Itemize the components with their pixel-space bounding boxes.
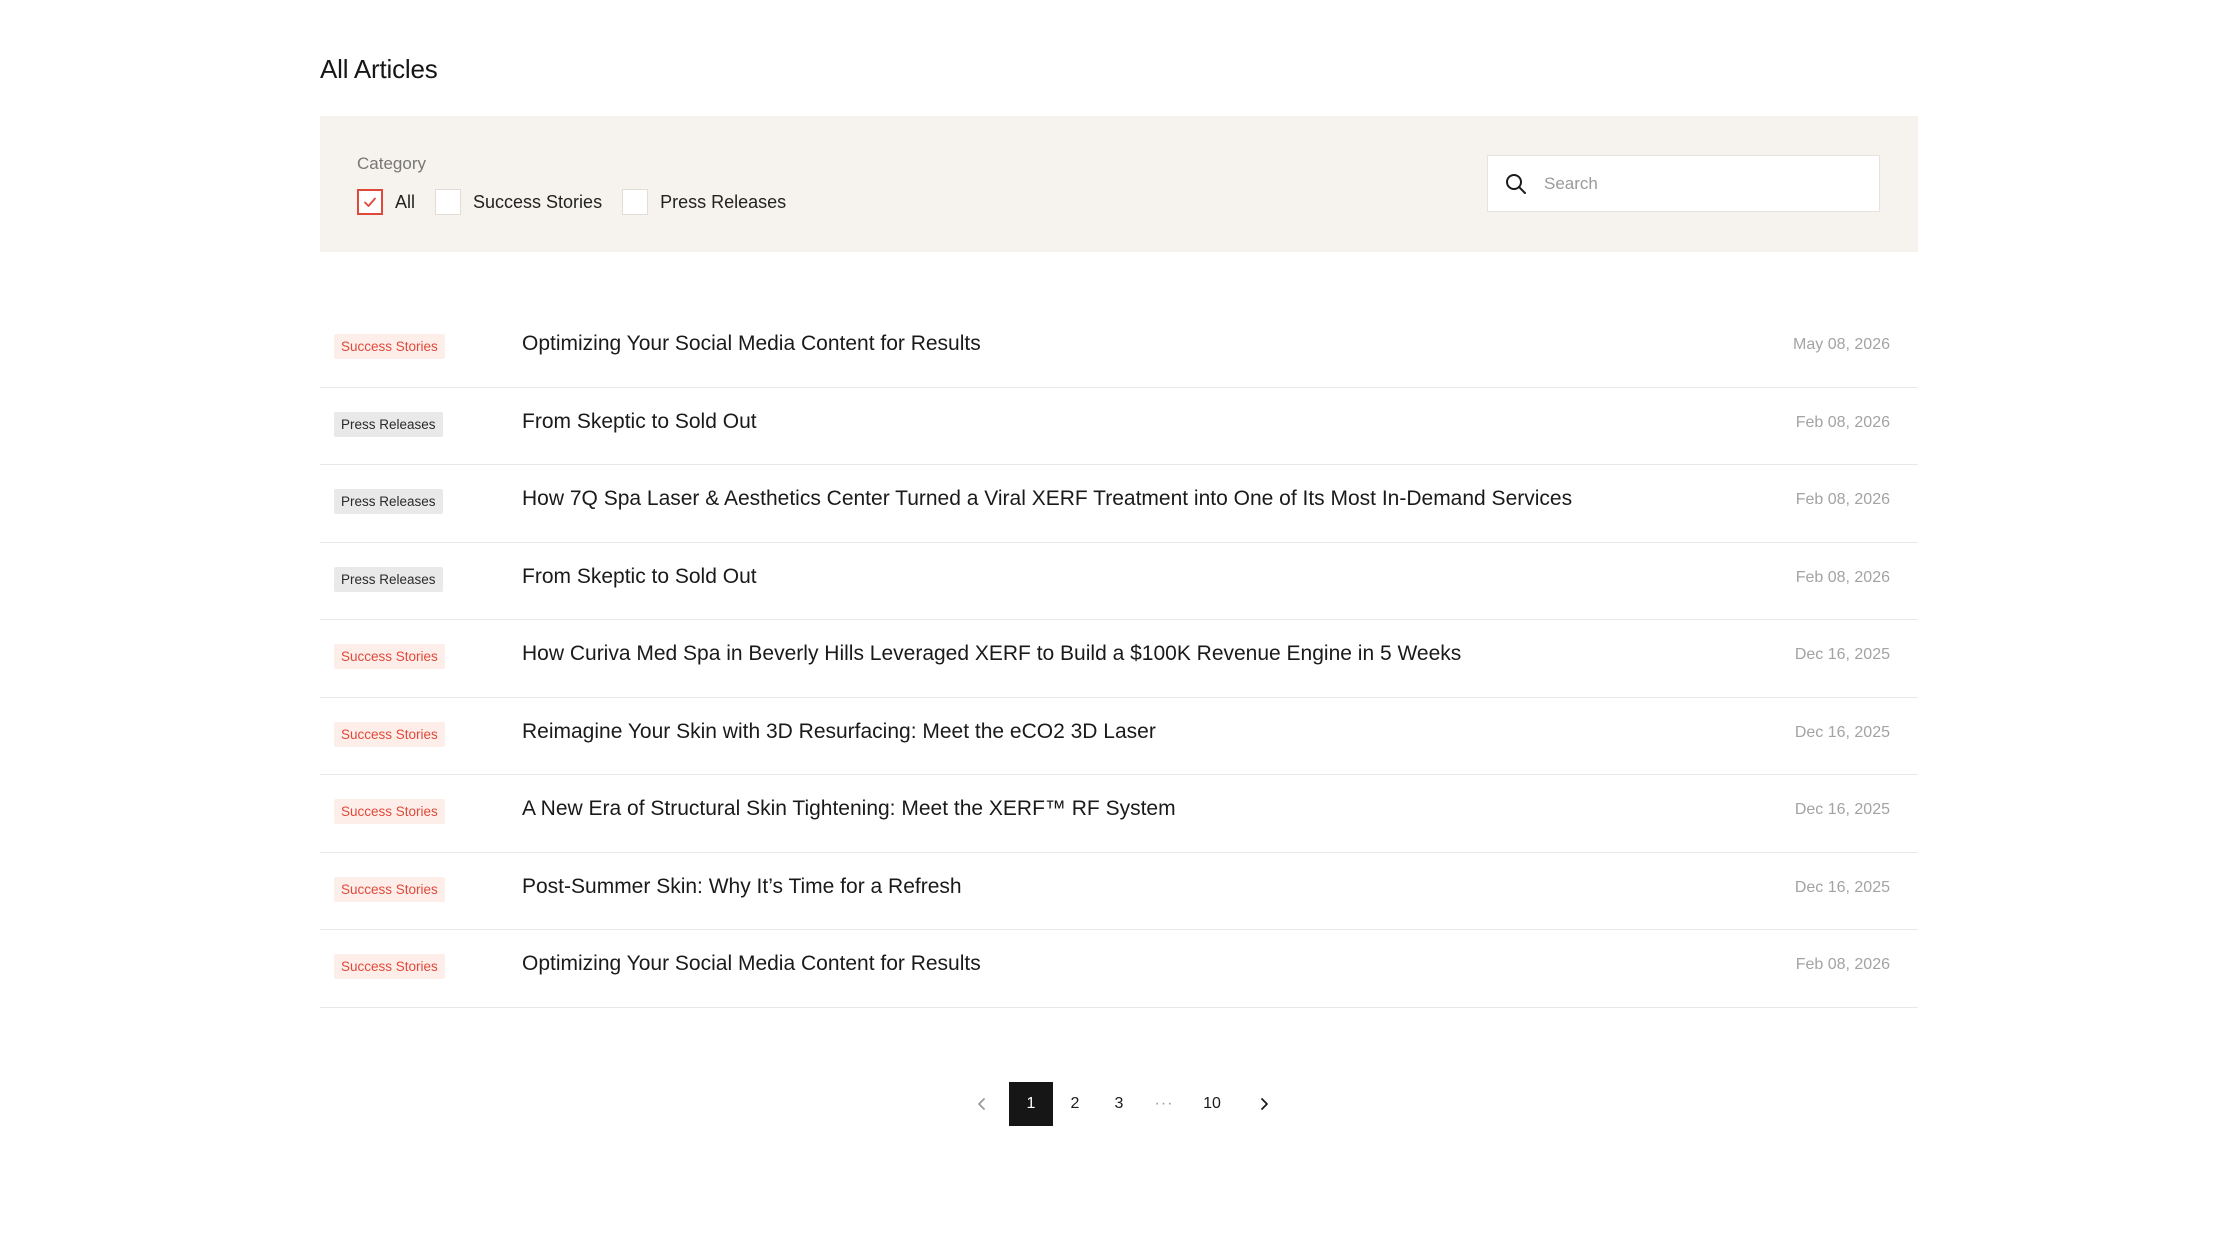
category-label: Category — [357, 154, 426, 173]
category-option-success-stories[interactable]: Success Stories — [435, 189, 602, 215]
category-option-all[interactable]: All — [357, 189, 415, 215]
category-tag: Press Releases — [334, 411, 443, 437]
article-row[interactable]: Press Releases From Skeptic to Sold Out … — [320, 388, 1918, 465]
category-tag: Press Releases — [334, 489, 443, 514]
article-row[interactable]: Success Stories A New Era of Structural … — [320, 775, 1918, 853]
chevron-left-icon — [978, 1098, 985, 1110]
article-date: Feb 08, 2026 — [1795, 568, 1890, 586]
article-title[interactable]: Optimizing Your Social Media Content for… — [522, 952, 981, 976]
option-label: All — [395, 191, 416, 212]
checkbox-press-releases[interactable] — [622, 189, 649, 215]
search-icon — [1504, 172, 1528, 196]
pagination-ellipsis: ··· — [1154, 1095, 1174, 1112]
search-input[interactable] — [1544, 173, 1844, 194]
next-page-button[interactable] — [1249, 1082, 1279, 1126]
article-date: May 08, 2026 — [1793, 336, 1890, 353]
article-date: Feb 08, 2026 — [1795, 956, 1890, 973]
category-option-press-releases[interactable]: Press Releases — [622, 189, 786, 215]
article-title[interactable]: Reimagine Your Skin with 3D Resurfacing:… — [522, 720, 1156, 744]
category-tag: Success Stories — [334, 721, 445, 747]
article-date: Dec 16, 2025 — [1794, 646, 1890, 663]
check-icon — [364, 197, 376, 207]
option-label: Press Releases — [660, 191, 787, 212]
pagination: 1 2 3 ··· 10 — [320, 1082, 1918, 1126]
chevron-right-icon — [1261, 1098, 1268, 1110]
article-row[interactable]: Press Releases How 7Q Spa Laser & Aesthe… — [320, 465, 1918, 543]
option-label: Success Stories — [473, 191, 603, 212]
article-date: Feb 08, 2026 — [1795, 413, 1890, 431]
article-date: Dec 16, 2025 — [1794, 801, 1890, 818]
checkbox-success-stories[interactable] — [435, 189, 462, 215]
article-date: Dec 16, 2025 — [1794, 723, 1890, 741]
category-options: All Success Stories Press Releases — [357, 189, 806, 215]
checkbox-all[interactable] — [357, 189, 383, 215]
article-title[interactable]: How Curiva Med Spa in Beverly Hills Leve… — [522, 642, 1461, 666]
category-tag: Success Stories — [334, 876, 445, 902]
article-row[interactable]: Success Stories Optimizing Your Social M… — [320, 930, 1918, 1008]
article-row[interactable]: Success Stories Optimizing Your Social M… — [320, 310, 1918, 388]
page: All Articles Category All Success Storie… — [0, 0, 2218, 1256]
category-tag: Success Stories — [334, 799, 445, 824]
category-tag: Success Stories — [334, 644, 445, 669]
pagination-controls: 1 2 3 ··· 10 — [967, 1082, 1279, 1126]
article-title[interactable]: A New Era of Structural Skin Tightening:… — [522, 797, 1176, 821]
article-row[interactable]: Press Releases From Skeptic to Sold Out … — [320, 543, 1918, 620]
category-tag: Press Releases — [334, 566, 443, 592]
article-title[interactable]: Post-Summer Skin: Why It’s Time for a Re… — [522, 875, 962, 899]
category-tag: Success Stories — [334, 954, 445, 979]
article-title[interactable]: From Skeptic to Sold Out — [522, 565, 757, 589]
search-box[interactable] — [1487, 155, 1880, 212]
filter-bar: Category All Success Stories Press Relea… — [320, 116, 1918, 252]
page-button-last[interactable]: 10 — [1187, 1082, 1237, 1126]
article-date: Dec 16, 2025 — [1794, 878, 1890, 896]
article-row[interactable]: Success Stories Reimagine Your Skin with… — [320, 698, 1918, 775]
article-title[interactable]: From Skeptic to Sold Out — [522, 410, 757, 434]
article-row[interactable]: Success Stories How Curiva Med Spa in Be… — [320, 620, 1918, 698]
page-button-1[interactable]: 1 — [1009, 1082, 1053, 1126]
article-list: Success Stories Optimizing Your Social M… — [320, 310, 1918, 1008]
category-tag: Success Stories — [334, 334, 445, 359]
article-date: Feb 08, 2026 — [1795, 491, 1890, 508]
page-title: All Articles — [320, 54, 438, 84]
prev-page-button[interactable] — [967, 1082, 997, 1126]
article-title[interactable]: Optimizing Your Social Media Content for… — [522, 332, 981, 356]
page-button-3[interactable]: 3 — [1097, 1082, 1141, 1126]
article-title[interactable]: How 7Q Spa Laser & Aesthetics Center Tur… — [522, 487, 1572, 511]
article-row[interactable]: Success Stories Post-Summer Skin: Why It… — [320, 853, 1918, 930]
page-button-2[interactable]: 2 — [1053, 1082, 1097, 1126]
